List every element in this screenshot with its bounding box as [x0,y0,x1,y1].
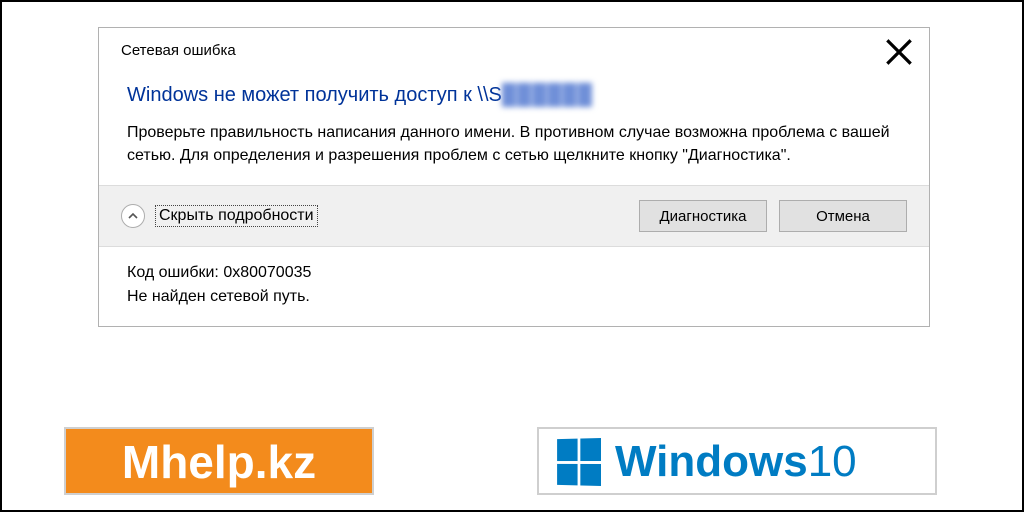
diagnose-button[interactable]: Диагностика [639,200,767,232]
error-body-text: Проверьте правильность написания данного… [99,115,929,185]
windows10-badge: Windows10 [537,427,937,495]
error-headline: Windows не может получить доступ к \\S██… [99,66,929,115]
headline-blurred-path: ██████ [502,84,593,107]
windows-version: 10 [808,437,857,486]
control-row: Скрыть подробности Диагностика Отмена [99,186,929,246]
windows10-text: Windows10 [615,440,857,484]
error-details: Код ошибки: 0x80070035 Не найден сетевой… [99,247,929,325]
mhelp-badge: Mhelp.kz [64,427,374,495]
canvas: Сетевая ошибка Windows не может получить… [0,0,1024,512]
error-description: Не найден сетевой путь. [127,285,901,308]
dialog-title: Сетевая ошибка [121,42,236,59]
error-code: Код ошибки: 0x80070035 [127,261,901,284]
headline-text: Windows не может получить доступ к \\S [127,84,502,106]
cancel-button[interactable]: Отмена [779,200,907,232]
dialog-titlebar: Сетевая ошибка [99,28,929,66]
toggle-details-label[interactable]: Скрыть подробности [155,205,318,227]
collapse-details-button[interactable] [121,204,145,228]
close-icon[interactable] [885,38,913,62]
network-error-dialog: Сетевая ошибка Windows не может получить… [98,27,930,327]
windows-logo-icon [557,438,601,486]
windows-word: Windows [615,437,808,486]
mhelp-text: Mhelp.kz [122,439,316,485]
chevron-up-icon [127,210,139,222]
